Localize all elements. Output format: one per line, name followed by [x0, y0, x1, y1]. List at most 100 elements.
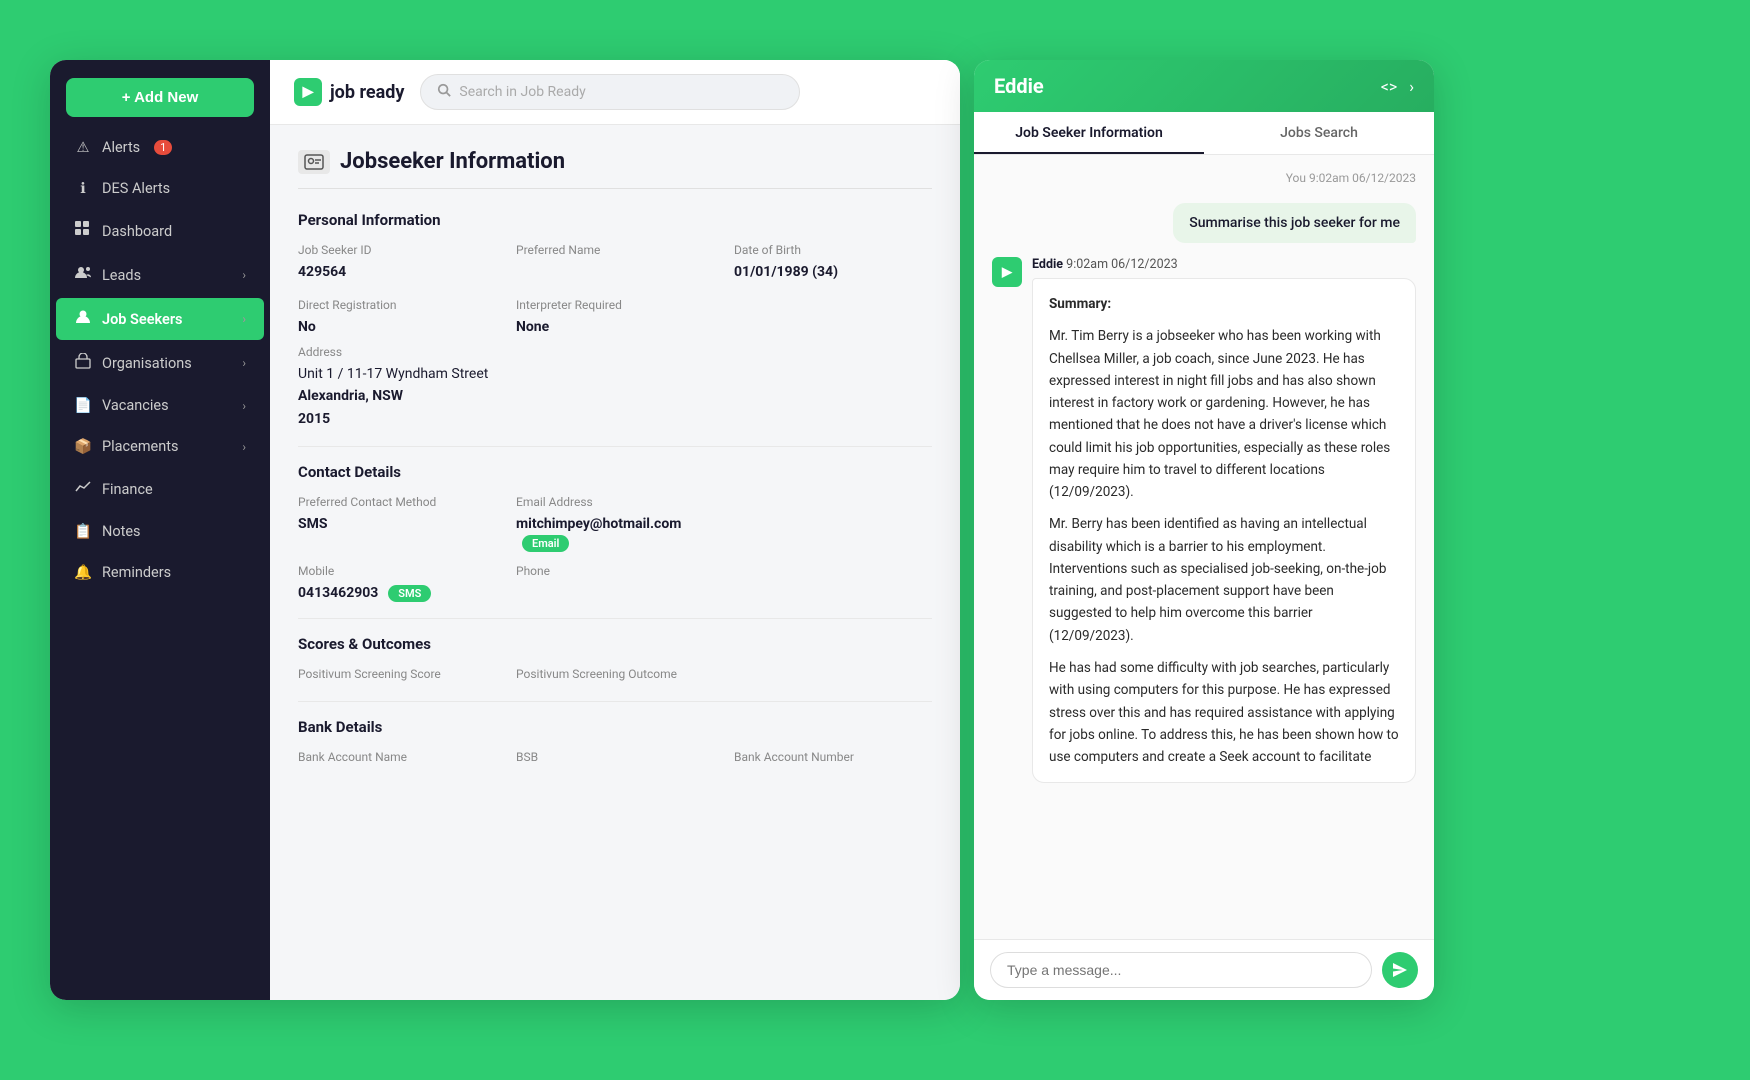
sidebar-item-dashboard[interactable]: Dashboard [56, 210, 264, 252]
eddie-panel: Eddie <> › Job Seeker Information Jobs S… [974, 60, 1434, 1000]
expand-icon[interactable]: › [1409, 77, 1414, 96]
address-block: Address Unit 1 / 11-17 Wyndham Street Al… [298, 345, 932, 430]
tab-job-seeker-info[interactable]: Job Seeker Information [974, 112, 1204, 154]
direct-reg-label: Direct Registration [298, 298, 496, 312]
job-seekers-icon [74, 309, 92, 329]
section-divider-3 [298, 701, 932, 702]
sidebar-item-placements[interactable]: 📦 Placements › [56, 427, 264, 466]
bank-account-name-field: Bank Account Name [298, 750, 496, 768]
reminders-icon: 🔔 [74, 564, 92, 581]
tab-jobs-search[interactable]: Jobs Search [1204, 112, 1434, 154]
phone-field: Phone [516, 564, 714, 602]
bsb-field: BSB [516, 750, 714, 768]
sidebar-item-job-seekers[interactable]: Job Seekers › [56, 298, 264, 340]
main-content: ▶ job ready Search in Job Ready [270, 60, 960, 1000]
email-field: Email Address mitchimpey@hotmail.com Ema… [516, 495, 714, 552]
positivum-score-field: Positivum Screening Score [298, 667, 496, 685]
dob-field: Date of Birth 01/01/1989 (34) [734, 243, 932, 280]
sidebar-item-notes[interactable]: 📋 Notes [56, 512, 264, 551]
sidebar-item-finance[interactable]: Finance [56, 468, 264, 510]
direct-reg-value: No [298, 319, 316, 335]
positivum-score-label: Positivum Screening Score [298, 667, 496, 681]
job-seeker-id-label: Job Seeker ID [298, 243, 496, 257]
alerts-icon: ⚠ [74, 139, 92, 156]
sidebar-item-label: Reminders [102, 564, 171, 581]
email-value: mitchimpey@hotmail.com [516, 516, 681, 532]
sidebar-item-label: DES Alerts [102, 180, 170, 197]
sidebar-item-organisations[interactable]: Organisations › [56, 342, 264, 384]
sidebar: + Add New ⚠ Alerts 1 ℹ DES Alerts [50, 60, 270, 1000]
bsb-label: BSB [516, 750, 714, 764]
personal-info-grid: Job Seeker ID 429564 Preferred Name Date… [298, 243, 932, 335]
bank-details-heading: Bank Details [298, 718, 932, 736]
interpreter-label: Interpreter Required [516, 298, 714, 312]
job-seeker-id-field: Job Seeker ID 429564 [298, 243, 496, 280]
main-app: + Add New ⚠ Alerts 1 ℹ DES Alerts [50, 60, 960, 1000]
eddie-chat: You 9:02am 06/12/2023 Summarise this job… [974, 155, 1434, 939]
address-label: Address [298, 345, 932, 359]
interpreter-field: Interpreter Required None [516, 298, 714, 335]
scores-heading: Scores & Outcomes [298, 635, 932, 653]
des-alerts-icon: ℹ [74, 180, 92, 197]
eddie-message-row: ▶ Eddie 9:02am 06/12/2023 Summary: Mr. T… [992, 257, 1416, 783]
vacancies-icon: 📄 [74, 397, 92, 414]
mobile-value: 0413462903 [298, 585, 378, 601]
search-icon [437, 83, 451, 101]
sidebar-item-alerts[interactable]: ⚠ Alerts 1 [56, 128, 264, 167]
chat-input[interactable] [990, 952, 1372, 988]
sidebar-item-label: Organisations [102, 355, 192, 372]
bank-grid: Bank Account Name BSB Bank Account Numbe… [298, 750, 932, 768]
topbar: ▶ job ready Search in Job Ready [270, 60, 960, 125]
bank-account-number-label: Bank Account Number [734, 750, 932, 764]
leads-chevron: › [242, 268, 246, 282]
eddie-header-actions: <> › [1381, 77, 1414, 96]
sidebar-item-reminders[interactable]: 🔔 Reminders [56, 553, 264, 592]
address-line1: Unit 1 / 11-17 Wyndham Street [298, 366, 488, 382]
sidebar-item-label: Finance [102, 481, 153, 498]
eddie-message-area: Eddie 9:02am 06/12/2023 Summary: Mr. Tim… [1032, 257, 1416, 783]
summary-label: Summary: [1049, 296, 1111, 312]
eddie-paragraph-2: Mr. Berry has been identified as having … [1049, 513, 1399, 647]
search-placeholder: Search in Job Ready [459, 84, 585, 100]
sidebar-item-leads[interactable]: Leads › [56, 254, 264, 296]
sidebar-item-des-alerts[interactable]: ℹ DES Alerts [56, 169, 264, 208]
eddie-avatar: ▶ [992, 257, 1022, 287]
sidebar-item-vacancies[interactable]: 📄 Vacancies › [56, 386, 264, 425]
personal-info-heading: Personal Information [298, 211, 932, 229]
page-title-row: Jobseeker Information [298, 149, 932, 189]
preferred-contact-field: Preferred Contact Method SMS [298, 495, 496, 552]
contact-details-heading: Contact Details [298, 463, 932, 481]
preferred-name-label: Preferred Name [516, 243, 714, 257]
job-seekers-chevron: › [242, 312, 246, 326]
preferred-contact-label: Preferred Contact Method [298, 495, 496, 509]
mobile-label: Mobile [298, 564, 496, 578]
placements-chevron: › [242, 440, 246, 454]
leads-icon [74, 265, 92, 285]
bank-account-name-label: Bank Account Name [298, 750, 496, 764]
sms-badge: SMS [388, 585, 431, 602]
content-area: Jobseeker Information Personal Informati… [270, 125, 960, 1000]
logo: ▶ job ready [294, 78, 404, 106]
organisations-icon [74, 353, 92, 373]
address-postcode: 2015 [298, 411, 330, 427]
code-icon[interactable]: <> [1381, 77, 1398, 96]
eddie-tabs: Job Seeker Information Jobs Search [974, 112, 1434, 155]
alerts-badge: 1 [154, 140, 172, 155]
eddie-title: Eddie [994, 74, 1044, 98]
search-bar[interactable]: Search in Job Ready [420, 74, 800, 110]
chat-send-button[interactable] [1382, 952, 1418, 988]
sidebar-item-label: Placements [102, 438, 178, 455]
contact-info-grid: Preferred Contact Method SMS Email Addre… [298, 495, 932, 552]
add-new-button[interactable]: + Add New [66, 78, 254, 117]
app-name: job ready [330, 82, 404, 103]
eddie-name: Eddie [1032, 257, 1063, 272]
interpreter-value: None [516, 319, 549, 335]
placements-icon: 📦 [74, 438, 92, 455]
email-label: Email Address [516, 495, 714, 509]
email-badge: Email [522, 535, 569, 552]
sidebar-item-label: Notes [102, 523, 141, 540]
finance-icon [74, 479, 92, 499]
eddie-bubble: Summary: Mr. Tim Berry is a jobseeker wh… [1032, 278, 1416, 783]
eddie-paragraph-1: Mr. Tim Berry is a jobseeker who has bee… [1049, 325, 1399, 503]
mobile-field: Mobile 0413462903 SMS [298, 564, 496, 602]
